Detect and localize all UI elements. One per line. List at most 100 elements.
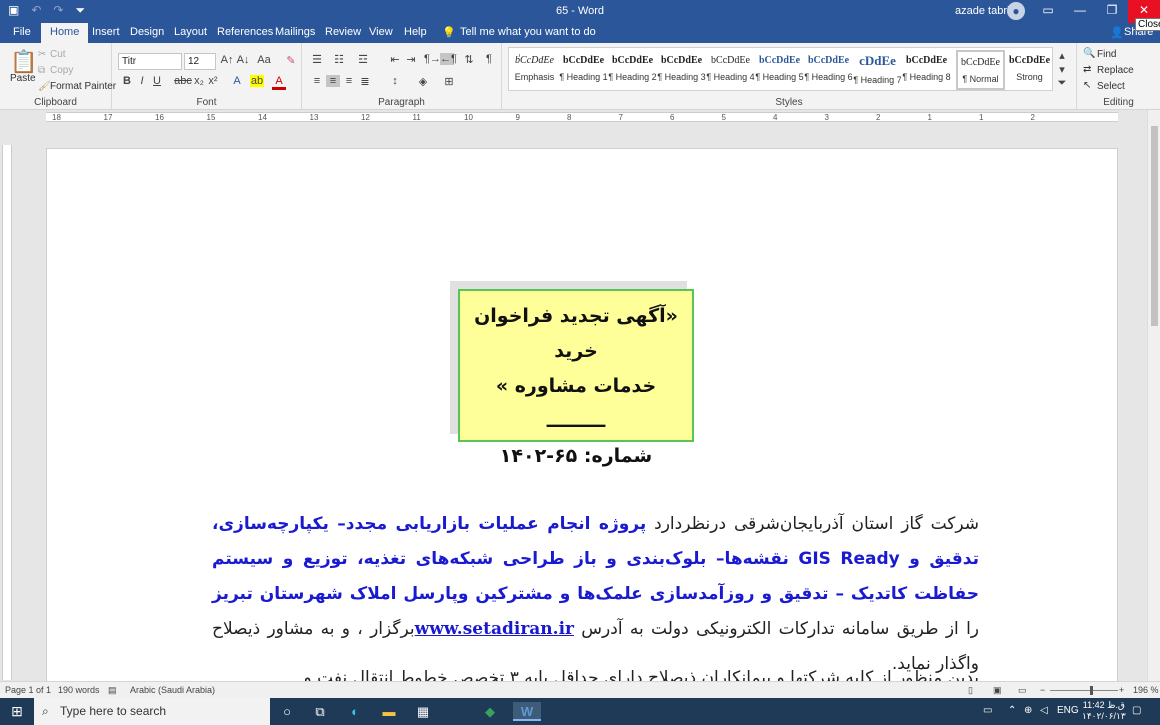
cut-icon[interactable]: ✂ — [38, 49, 46, 60]
font-color-icon[interactable]: A — [272, 75, 286, 90]
select-icon[interactable]: ↖ — [1083, 80, 1091, 91]
align-left-icon[interactable]: ≡ — [310, 75, 324, 87]
edge-icon[interactable]: ◐ — [344, 702, 366, 721]
tab-layout[interactable]: Layout — [174, 26, 207, 38]
multilevel-list-icon[interactable]: ☲ — [356, 53, 370, 66]
tab-file[interactable]: File — [13, 26, 31, 38]
styles-scroll-up-icon[interactable]: ▴ — [1055, 49, 1069, 62]
word-count[interactable]: 190 words — [58, 685, 100, 695]
tab-references[interactable]: References — [217, 26, 273, 38]
page-count[interactable]: Page 1 of 1 — [5, 685, 51, 695]
superscript-button[interactable]: x² — [206, 75, 220, 87]
style-heading-4[interactable]: bCcDdEe ¶ Heading 4 — [706, 50, 755, 90]
zoom-slider-thumb[interactable] — [1090, 686, 1093, 695]
font-name-select[interactable]: Titr — [118, 53, 182, 70]
input-language[interactable]: ENG — [1057, 705, 1079, 716]
style-strong[interactable]: bCcDdEe Strong — [1005, 50, 1054, 90]
style-heading-2[interactable]: bCcDdEe ¶ Heading 2 — [608, 50, 657, 90]
task-view-icon[interactable]: ⧉ — [309, 702, 331, 721]
tab-help[interactable]: Help — [404, 26, 427, 38]
styles-gallery[interactable]: ٰbCcDdEe Emphasis bCcDdEe ¶ Heading 1 bCcD… — [508, 47, 1053, 91]
style-heading-5[interactable]: bCcDdEe ¶ Heading 5 — [755, 50, 804, 90]
language-indicator[interactable]: Arabic (Saudi Arabia) — [130, 685, 215, 695]
scrollbar-thumb[interactable] — [1151, 126, 1158, 326]
borders-icon[interactable]: ⊞ — [442, 75, 456, 88]
shrink-font-icon[interactable]: A↓ — [236, 54, 250, 66]
announcement-paragraph[interactable]: شرکت گاز استان آذربایجان‌شرقی درنظردارد … — [212, 507, 979, 681]
style-heading-7[interactable]: cDdEe ¶ Heading 7 — [853, 50, 902, 90]
file-explorer-icon[interactable]: ▬ — [378, 702, 400, 721]
numbering-icon[interactable]: ☷ — [332, 53, 346, 66]
vertical-scrollbar[interactable] — [1147, 110, 1160, 681]
select-button[interactable]: Select — [1097, 81, 1125, 92]
style-emphasis[interactable]: ٰbCcDdEe Emphasis — [510, 50, 559, 90]
tab-view[interactable]: View — [369, 26, 393, 38]
zoom-out-icon[interactable]: − — [1040, 685, 1045, 695]
tab-mailings[interactable]: Mailings — [275, 26, 315, 38]
store-icon[interactable]: ▦ — [412, 702, 434, 721]
document-page[interactable]: «آگهی تجدید فراخوان خرید خدمات مشاوره » … — [46, 148, 1118, 681]
text-effects-icon[interactable]: A — [230, 75, 244, 87]
ltr-icon[interactable]: ¶→ — [424, 53, 441, 65]
share-icon[interactable]: 👤 — [1110, 26, 1124, 39]
notice-box[interactable]: «آگهی تجدید فراخوان خرید خدمات مشاوره » … — [458, 289, 694, 467]
underline-button[interactable]: U — [150, 75, 164, 87]
strikethrough-button[interactable]: abc — [174, 75, 192, 87]
tell-me-search[interactable]: Tell me what you want to do — [460, 26, 596, 38]
clear-formatting-icon[interactable]: ✎ — [284, 54, 298, 67]
style-heading-8[interactable]: bCcDdEe ¶ Heading 8 — [902, 50, 951, 90]
network-icon[interactable]: ⊕ — [1024, 705, 1032, 716]
copy-button[interactable]: Copy — [50, 65, 73, 76]
zoom-slider[interactable] — [1050, 690, 1118, 691]
style-heading-1[interactable]: bCcDdEe ¶ Heading 1 — [559, 50, 608, 90]
minimize-icon[interactable]: — — [1064, 0, 1096, 23]
zoom-level[interactable]: 196 % — [1133, 685, 1159, 695]
tab-insert[interactable]: Insert — [92, 26, 120, 38]
align-right-icon[interactable]: ≡ — [342, 75, 356, 87]
second-paragraph[interactable]: بدین منظور از کلیه شرکتها و پیمانکاران ذ… — [212, 661, 979, 681]
avatar[interactable]: ● — [1007, 2, 1025, 20]
line-spacing-icon[interactable]: ↕ — [388, 75, 402, 87]
cortana-icon[interactable]: ○ — [276, 702, 298, 721]
font-size-select[interactable]: 12 — [184, 53, 216, 70]
ribbon-display-options-icon[interactable]: ▭ — [1032, 0, 1064, 23]
rtl-icon[interactable]: ←¶ — [440, 53, 457, 65]
horizontal-ruler[interactable]: 18 17 16 15 14 13 12 11 10 9 8 7 6 5 4 3 2 1 1 2 — [0, 110, 1160, 124]
italic-button[interactable]: I — [135, 75, 149, 87]
style-heading-6[interactable]: bCcDdEe ¶ Heading 6 — [804, 50, 853, 90]
web-layout-icon[interactable]: ▭ — [1018, 685, 1027, 696]
bullets-icon[interactable]: ☰ — [310, 53, 324, 66]
volume-icon[interactable]: ◁ — [1040, 705, 1048, 716]
paste-button[interactable]: Paste — [10, 73, 36, 84]
taskbar-search[interactable]: ⌕ Type here to search — [34, 698, 270, 725]
clock[interactable]: 11:42 ق.ظ ۱۴۰۲/۰۶/۱۳ — [1082, 700, 1126, 722]
start-icon[interactable]: ⊞ — [0, 698, 34, 725]
justify-icon[interactable]: ≣ — [358, 75, 372, 88]
show-marks-icon[interactable]: ¶ — [482, 53, 496, 65]
find-icon[interactable]: 🔍 — [1083, 48, 1095, 59]
bold-button[interactable]: B — [120, 75, 134, 87]
cut-button[interactable]: Cut — [50, 49, 66, 60]
setadiran-link[interactable]: www.setadiran.ir — [415, 619, 574, 639]
tray-chevron-icon[interactable]: ⌃ — [1008, 705, 1016, 716]
style-normal[interactable]: bCcDdEe ¶ Normal — [956, 50, 1005, 90]
paste-icon[interactable]: 📋 — [10, 49, 37, 75]
read-mode-icon[interactable]: ▯ — [968, 685, 973, 696]
replace-button[interactable]: Replace — [1097, 65, 1134, 76]
zoom-in-icon[interactable]: + — [1119, 685, 1124, 695]
subscript-button[interactable]: x₂ — [192, 75, 206, 87]
keyboard-icon[interactable]: ▭ — [983, 705, 992, 716]
styles-more-icon[interactable]: ⏷ — [1055, 77, 1069, 90]
word-taskbar-icon[interactable]: W — [513, 702, 541, 721]
proofing-icon[interactable]: ▤ — [108, 685, 117, 696]
decrease-indent-icon[interactable]: ⇤ — [388, 53, 402, 66]
tab-review[interactable]: Review — [325, 26, 361, 38]
app-icon[interactable]: ◆ — [479, 702, 501, 721]
align-center-icon[interactable]: ≡ — [326, 75, 340, 87]
find-button[interactable]: Find — [1097, 49, 1116, 60]
print-layout-icon[interactable]: ▣ — [993, 685, 1002, 696]
shading-icon[interactable]: ◈ — [416, 75, 430, 88]
maximize-icon[interactable]: ❐ — [1096, 0, 1128, 23]
highlight-icon[interactable]: ab — [250, 75, 264, 87]
format-painter-icon[interactable]: 🖌 — [38, 81, 51, 92]
